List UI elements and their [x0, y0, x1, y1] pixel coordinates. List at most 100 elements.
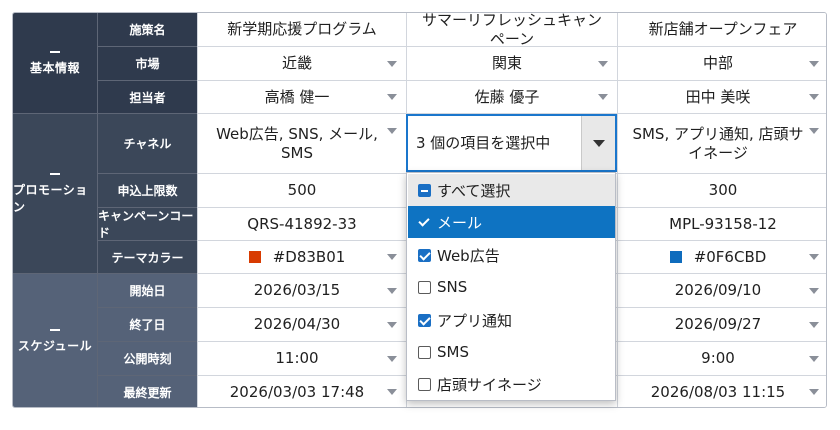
dropdown-arrow-icon[interactable] [387, 128, 397, 134]
color-swatch [248, 251, 261, 263]
group-label: 基本情報 [29, 60, 80, 75]
color-swatch [669, 251, 682, 263]
dropdown-arrow-icon[interactable] [387, 389, 397, 395]
option-app-notification[interactable]: アプリ通知 [408, 304, 615, 336]
option-select-all[interactable]: すべて選択 [408, 174, 615, 206]
collapse-icon[interactable] [50, 50, 60, 53]
cell-c3-code[interactable]: MPL-93158-12 [617, 208, 826, 241]
option-mail[interactable]: メール [408, 206, 615, 238]
dropdown-arrow-icon[interactable] [809, 355, 819, 362]
cell-c3-start[interactable]: 2026/09/10 [617, 274, 826, 308]
editor-dropdown-button[interactable] [581, 116, 615, 170]
cell-c3-channel[interactable]: SMS, アプリ通知, 店頭サイネージ [617, 114, 826, 174]
cell-c3-time[interactable]: 9:00 [617, 342, 826, 376]
cell-c3-limit[interactable]: 300 [617, 174, 826, 208]
checkbox-checked-icon[interactable] [418, 248, 431, 262]
option-store-signage[interactable]: 店頭サイネージ [408, 368, 615, 400]
cell-c1-limit[interactable]: 500 [197, 174, 406, 208]
cell-value: Web広告, SNS, メール, SMS [216, 124, 378, 162]
channel-multiselect-editor[interactable]: 3 個の項目を選択中 [406, 114, 617, 172]
checkbox-checked-icon[interactable] [418, 216, 431, 229]
dropdown-arrow-icon[interactable] [809, 287, 819, 294]
field-name-end: 終了日 [97, 308, 197, 342]
cell-c1-updated[interactable]: 2026/03/03 17:48 [197, 376, 406, 407]
cell-c3-campaign[interactable]: 新店舗オープンフェア [617, 13, 826, 47]
channel-options-dropdown: すべて選択 メール Web広告 SNS アプリ通知 SMS 店頭サイネージ [406, 172, 616, 401]
group-header-schedule[interactable]: スケジュール [13, 274, 97, 407]
editor-summary-text: 3 個の項目を選択中 [416, 134, 551, 152]
dropdown-arrow-icon[interactable] [387, 254, 397, 260]
group-header-promotion[interactable]: プロモーション [13, 114, 97, 274]
field-name-channel: チャネル [97, 114, 197, 174]
cell-value: 2026/08/03 11:15 [650, 382, 786, 401]
option-label: メール [437, 213, 483, 232]
cell-c3-market[interactable]: 中部 [617, 47, 826, 81]
dropdown-arrow-icon[interactable] [598, 94, 608, 100]
cell-c3-end[interactable]: 2026/09/27 [617, 308, 826, 342]
checkbox-unchecked-icon[interactable] [418, 377, 431, 391]
cell-c1-time[interactable]: 11:00 [197, 342, 406, 376]
cell-value: MPL-93158-12 [669, 214, 777, 233]
option-sms[interactable]: SMS [408, 336, 615, 368]
cell-value: 500 [287, 181, 317, 199]
checkbox-checked-icon[interactable] [418, 313, 431, 327]
cell-value: 田中 美咲 [685, 87, 751, 106]
dropdown-arrow-icon[interactable] [387, 321, 397, 328]
collapse-icon[interactable] [50, 172, 60, 175]
cell-c1-channel[interactable]: Web広告, SNS, メール, SMS [197, 114, 406, 174]
field-name-time: 公開時刻 [97, 342, 197, 376]
option-web-ad[interactable]: Web広告 [408, 239, 615, 271]
cell-c3-updated[interactable]: 2026/08/03 11:15 [617, 376, 826, 407]
cell-c3-color[interactable]: #0F6CBD [617, 241, 826, 274]
dropdown-arrow-icon[interactable] [809, 321, 819, 328]
cell-value: #0F6CBD [693, 247, 767, 266]
cell-c1-start[interactable]: 2026/03/15 [197, 274, 406, 308]
cell-c2-market[interactable]: 関東 [406, 47, 617, 81]
dropdown-arrow-icon[interactable] [809, 254, 819, 260]
option-label: SMS [437, 343, 469, 361]
cell-c1-end[interactable]: 2026/04/30 [197, 308, 406, 342]
dropdown-arrow-icon[interactable] [809, 128, 819, 134]
option-sns[interactable]: SNS [408, 271, 615, 303]
checkbox-unchecked-icon[interactable] [418, 345, 431, 359]
cell-c2-campaign[interactable]: サマーリフレッシュキャンペーン [406, 12, 617, 48]
cell-value: 9:00 [701, 349, 735, 367]
cell-value: 佐藤 優子 [474, 87, 540, 106]
option-label: SNS [437, 278, 468, 296]
cell-c2-owner[interactable]: 佐藤 優子 [406, 81, 617, 114]
chevron-down-icon [593, 140, 605, 147]
field-name-updated: 最終更新 [97, 376, 197, 407]
checkbox-unchecked-icon[interactable] [418, 280, 431, 294]
dropdown-arrow-icon[interactable] [809, 94, 819, 100]
collapse-icon[interactable] [50, 328, 60, 331]
option-label: Web広告 [437, 246, 500, 265]
cell-value: 中部 [702, 54, 733, 72]
cell-value: 2026/03/15 [253, 281, 341, 299]
dropdown-arrow-icon[interactable] [387, 60, 397, 67]
group-header-basic[interactable]: 基本情報 [13, 13, 97, 114]
cell-c1-campaign[interactable]: 新学期応援プログラム [197, 13, 406, 47]
cell-value: 新学期応援プログラム [227, 20, 377, 38]
option-label: 店頭サイネージ [437, 375, 542, 394]
dropdown-arrow-icon[interactable] [809, 389, 819, 395]
cell-c3-owner[interactable]: 田中 美咲 [617, 81, 826, 114]
cell-c1-owner[interactable]: 高橋 健一 [197, 81, 406, 114]
dropdown-arrow-icon[interactable] [809, 60, 819, 67]
dropdown-arrow-icon[interactable] [598, 60, 608, 67]
cell-value: サマーリフレッシュキャンペーン [421, 12, 602, 48]
cell-c1-market[interactable]: 近畿 [197, 47, 406, 81]
cell-value: QRS-41892-33 [247, 214, 357, 233]
cell-c1-color[interactable]: #D83B01 [197, 241, 406, 274]
dropdown-arrow-icon[interactable] [387, 287, 397, 294]
checkbox-indeterminate-icon[interactable] [418, 183, 431, 197]
cell-value: 2026/09/10 [674, 281, 762, 299]
field-name-color: テーマカラー [97, 241, 197, 274]
cell-value: 2026/09/27 [674, 315, 762, 333]
field-name-start: 開始日 [97, 274, 197, 308]
cell-value: 関東 [491, 54, 522, 72]
field-name-campaign: 施策名 [97, 13, 197, 47]
option-label: すべて選択 [437, 181, 511, 200]
cell-c1-code[interactable]: QRS-41892-33 [197, 208, 406, 241]
dropdown-arrow-icon[interactable] [387, 94, 397, 100]
dropdown-arrow-icon[interactable] [387, 355, 397, 362]
